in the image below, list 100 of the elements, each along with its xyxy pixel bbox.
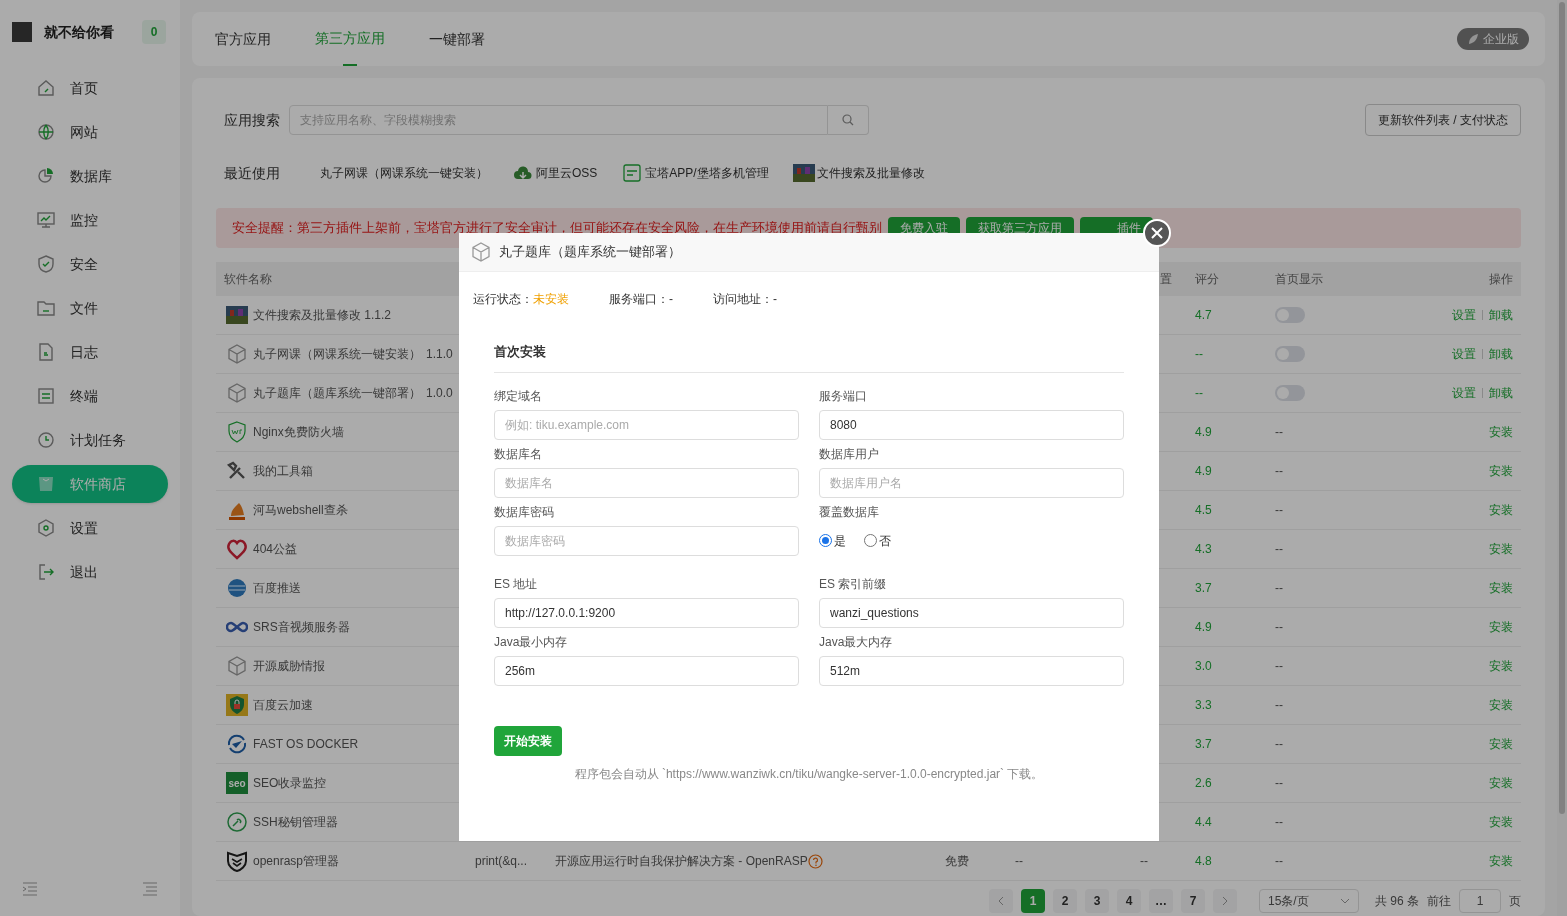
recent-app-link[interactable]: 丸子网课（网课系统一键安装）	[320, 164, 488, 182]
field-label: ES 地址	[494, 575, 539, 592]
page-input[interactable]: 1	[1459, 889, 1501, 913]
input-field[interactable]: 256m	[494, 655, 799, 686]
column-header: 首页显示	[1275, 271, 1324, 288]
page-suffix: 页	[1509, 893, 1521, 910]
app-name: 我的工具箱	[253, 463, 313, 480]
table-cell-text: --	[1140, 853, 1149, 870]
rating-cell-text: 3.7	[1195, 580, 1213, 597]
search-label: 应用搜索	[223, 110, 281, 130]
rating-cell-text: --	[1195, 346, 1204, 363]
app-name: 丸子网课（网课系统一键安装）	[253, 346, 421, 363]
recent-app-link[interactable]: 文件搜索及批量修改	[792, 162, 925, 184]
input-field[interactable]: 512m	[819, 655, 1124, 686]
globe-icon	[226, 577, 248, 599]
section-title: 首次安装	[494, 342, 1124, 373]
sidebar-item[interactable]: 退出	[12, 553, 168, 591]
clock-icon	[36, 430, 56, 450]
status-text: 运行状态：未安装	[473, 291, 569, 308]
cube-icon	[226, 343, 248, 365]
help-icon[interactable]	[807, 853, 823, 869]
shield-icon	[36, 254, 56, 274]
sidebar-item[interactable]: 首页	[12, 69, 168, 107]
sidebar-item[interactable]: 文件	[12, 289, 168, 327]
app-name: 百度云加速	[253, 697, 313, 714]
enterprise-badge[interactable]: 企业版	[1457, 28, 1529, 50]
rating-cell-text: 3.3	[1195, 697, 1213, 714]
table-cell-text: --	[1275, 424, 1284, 441]
app-name: 404公益	[253, 541, 298, 558]
table-cell-text: --	[1275, 736, 1284, 753]
next-page-button[interactable]	[1213, 889, 1237, 913]
radio-option[interactable]: 是	[819, 531, 846, 550]
app-version: 1.0.0	[426, 385, 453, 402]
input-field[interactable]: 8080	[819, 409, 1124, 440]
menu-icon[interactable]	[142, 882, 158, 896]
cube-icon	[226, 655, 248, 677]
rating-cell-text: 4.9	[1195, 424, 1213, 441]
sidebar-item[interactable]: 网站	[12, 113, 168, 151]
input-field[interactable]: wanzi_questions	[819, 597, 1124, 628]
app-name: SRS音视频服务器	[253, 619, 350, 636]
field-label: Java最大内存	[819, 633, 894, 650]
rating-cell-text: 4.8	[1195, 853, 1213, 870]
input-field[interactable]: 数据库名	[494, 467, 799, 498]
sidebar-item[interactable]: 数据库	[12, 157, 168, 195]
tab[interactable]: 一键部署	[429, 12, 485, 66]
page-size-select[interactable]: 15条/页	[1259, 889, 1359, 913]
search-button[interactable]	[828, 105, 869, 135]
picture-icon	[792, 162, 815, 184]
sidebar-item[interactable]: 计划任务	[12, 421, 168, 459]
page-button[interactable]: 3	[1085, 889, 1109, 913]
homepage-toggle[interactable]	[1275, 385, 1305, 401]
page-button[interactable]: 2	[1053, 889, 1077, 913]
app-name: 河马webshell查杀	[253, 502, 348, 519]
indent-icon[interactable]	[22, 882, 38, 896]
page-button[interactable]: 7	[1181, 889, 1205, 913]
input-field[interactable]: http://127.0.0.1:9200	[494, 597, 799, 628]
sidebar-item[interactable]: 日志	[12, 333, 168, 371]
page-button[interactable]: …	[1149, 889, 1173, 913]
update-list-button[interactable]: 更新软件列表 / 支付状态	[1365, 104, 1521, 136]
homepage-toggle[interactable]	[1275, 346, 1305, 362]
input-field[interactable]: 例如: tiku.example.com	[494, 409, 799, 440]
field-label: 数据库用户	[819, 445, 880, 462]
chevron-left-icon	[997, 896, 1005, 906]
app-name: 百度推送	[253, 580, 301, 597]
table-cell-text: --	[1275, 502, 1284, 519]
column-header: 软件名称	[223, 271, 273, 288]
page-button[interactable]: 4	[1117, 889, 1141, 913]
input-field[interactable]: 数据库密码	[494, 525, 799, 556]
field-label: 数据库密码	[494, 503, 555, 520]
document-icon	[36, 342, 56, 362]
app-name: 文件搜索及批量修改 1.1.2	[253, 307, 392, 324]
sidebar-item[interactable]: 设置	[12, 509, 168, 547]
app-name: 丸子题库（题库系统一键部署）	[253, 385, 421, 402]
homepage-toggle[interactable]	[1275, 307, 1305, 323]
recent-app-link[interactable]: 阿里云OSS	[512, 162, 598, 184]
sidebar-item[interactable]: 终端	[12, 377, 168, 415]
goto-label: 前往	[1427, 893, 1451, 910]
pie-chart-icon	[36, 166, 56, 186]
sidebar-item[interactable]: 监控	[12, 201, 168, 239]
monitor-icon	[36, 210, 56, 230]
rating-cell-text: 4.7	[1195, 307, 1213, 324]
rating-cell-text: 2.6	[1195, 775, 1213, 792]
key-icon	[226, 811, 248, 833]
status-text: 访问地址：-	[713, 291, 777, 308]
rating-cell-text: 4.3	[1195, 541, 1213, 558]
radio-option[interactable]: 否	[864, 531, 891, 550]
field-label: ES 索引前缀	[819, 575, 888, 592]
previous-page-button[interactable]	[989, 889, 1013, 913]
input-field[interactable]: 数据库用户名	[819, 467, 1124, 498]
table-cell-text: print(&q...	[475, 853, 529, 870]
table-cell-text: --	[1275, 775, 1284, 792]
start-install-button[interactable]: 开始安装	[494, 725, 562, 756]
table-cell-text: --	[1275, 697, 1284, 714]
field-label: Java最小内存	[494, 633, 569, 650]
recent-app-link[interactable]: 宝塔APP/堡塔多机管理	[621, 162, 769, 184]
cube-icon	[470, 241, 492, 263]
tab[interactable]: 官方应用	[215, 12, 271, 66]
table-cell-text: --	[1275, 580, 1284, 597]
sliders-icon	[36, 386, 56, 406]
sidebar-item[interactable]: 安全	[12, 245, 168, 283]
